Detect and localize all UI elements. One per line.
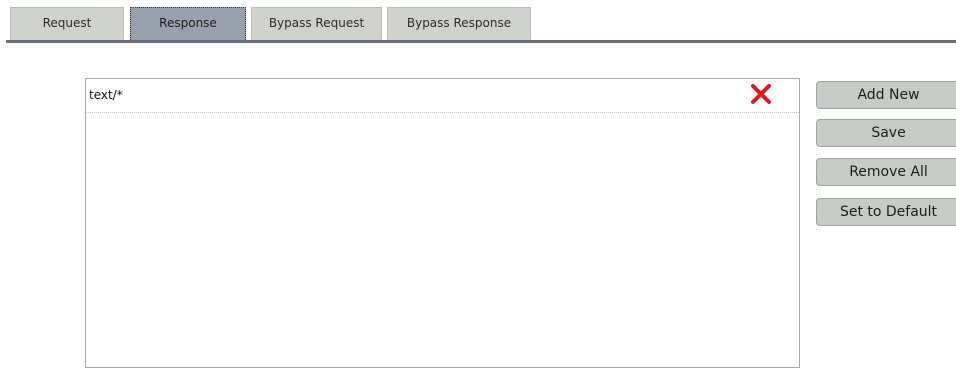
list-item-text: text/* xyxy=(89,88,123,102)
tab-bypass-request[interactable]: Bypass Request xyxy=(251,7,382,40)
list-item[interactable]: text/* xyxy=(86,79,799,113)
tab-underline xyxy=(6,40,956,43)
save-button[interactable]: Save xyxy=(816,119,956,147)
close-x-icon[interactable] xyxy=(749,83,773,105)
tab-request[interactable]: Request xyxy=(10,7,124,40)
mime-type-list[interactable]: text/* xyxy=(85,78,800,368)
tab-response[interactable]: Response xyxy=(130,7,246,40)
remove-all-button[interactable]: Remove All xyxy=(816,158,956,186)
set-to-default-button[interactable]: Set to Default xyxy=(816,198,956,226)
tab-bypass-response[interactable]: Bypass Response xyxy=(387,7,531,40)
tab-bar: Request Response Bypass Request Bypass R… xyxy=(0,0,956,44)
add-new-button[interactable]: Add New xyxy=(816,81,956,109)
